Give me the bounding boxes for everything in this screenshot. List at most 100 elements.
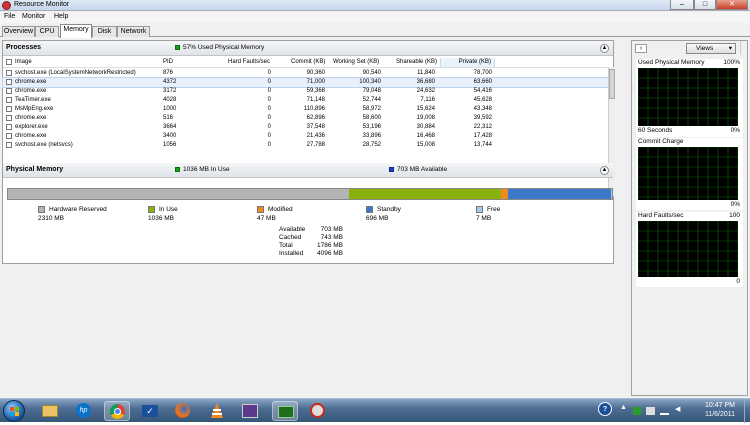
col-commit[interactable]: Commit (KB): [291, 59, 325, 65]
in-use-text: 1036 MB In Use: [183, 166, 230, 173]
cell-commit: 110,896: [303, 106, 325, 112]
cell-private: 22,312: [473, 124, 492, 130]
taskbar: hp ✓ ? ▲ ◀ 10:47 PM 11/6/2011: [0, 398, 750, 423]
col-image[interactable]: Image: [15, 59, 32, 65]
col-shareable[interactable]: Shareable (KB): [396, 59, 437, 65]
process-checkbox[interactable]: [6, 88, 12, 94]
process-row[interactable]: TeaTimer.exe 4028 0 71,148 52,744 7,116 45,628: [3, 96, 608, 105]
clock-date[interactable]: 11/6/2011: [700, 411, 740, 418]
tab-overview[interactable]: Overview: [2, 26, 35, 37]
clock-time[interactable]: 10:47 PM: [700, 402, 740, 409]
cell-pid: 516: [163, 115, 174, 121]
windows-explorer-icon[interactable]: [37, 401, 63, 421]
close-button[interactable]: ✕: [716, 0, 748, 10]
select-all-checkbox[interactable]: [6, 59, 12, 65]
process-checkbox[interactable]: [6, 79, 12, 85]
process-checkbox[interactable]: [6, 142, 12, 148]
cell-image: svchost.exe (netsvcs): [15, 142, 73, 148]
resource-monitor-taskbar-icon[interactable]: [272, 401, 298, 421]
physical-memory-header[interactable]: Physical Memory 1036 MB In Use 703 MB Av…: [3, 163, 613, 178]
process-row[interactable]: chrome.exe 3172 0 59,368 79,048 24,632 54,416: [3, 87, 608, 96]
tray-app-icon[interactable]: [633, 407, 641, 415]
col-hard-faults[interactable]: Hard Faults/sec: [228, 59, 270, 65]
graph-scrollbar[interactable]: [740, 41, 748, 55]
available-status: 703 MB Available: [389, 166, 447, 173]
col-pid[interactable]: PID: [163, 59, 173, 65]
collapse-icon[interactable]: ▲: [600, 166, 609, 175]
process-row[interactable]: MsMpEng.exe 1000 0 110,896 58,972 15,624 43,34…: [3, 105, 608, 114]
cell-shareable: 24,632: [416, 88, 435, 94]
tab-memory[interactable]: Memory: [60, 24, 92, 38]
minimize-button[interactable]: –: [670, 0, 694, 10]
expand-panel-icon[interactable]: ›: [635, 44, 647, 53]
summary-value: 743 MB: [320, 234, 343, 241]
cell-private: 63,660: [473, 79, 492, 85]
summary-label: Installed: [279, 250, 304, 257]
cell-shareable: 19,008: [416, 115, 435, 121]
cell-image: chrome.exe: [15, 115, 47, 121]
chrome-icon[interactable]: [104, 401, 130, 421]
menu-help[interactable]: Help: [54, 13, 68, 20]
process-row[interactable]: explorer.exe 3664 0 37,548 53,196 30,884 22,31…: [3, 123, 608, 132]
vlc-icon[interactable]: [204, 401, 230, 421]
scrollbar-thumb[interactable]: [609, 69, 615, 99]
cell-pid: 876: [163, 70, 174, 76]
legend-label: Standby: [377, 206, 401, 214]
process-row[interactable]: chrome.exe 4372 0 71,000 100,340 36,680 63,660: [2, 77, 609, 88]
media-app-icon[interactable]: [237, 401, 263, 421]
green-indicator-icon: [175, 44, 180, 50]
process-row[interactable]: svchost.exe (netsvcs) 1056 0 27,788 28,752 15…: [3, 141, 608, 150]
menu-file[interactable]: File: [4, 13, 15, 20]
cell-working-set: 58,600: [362, 115, 381, 121]
show-hidden-icons-icon[interactable]: ▲: [620, 404, 627, 411]
tab-cpu[interactable]: CPU: [35, 26, 59, 37]
collapse-icon[interactable]: ▲: [600, 44, 609, 53]
cell-commit: 21,436: [306, 133, 325, 139]
cell-working-set: 58,972: [362, 106, 381, 112]
cell-working-set: 90,540: [362, 70, 381, 76]
memory-bar-segment-modified: [501, 189, 509, 199]
process-row[interactable]: chrome.exe 516 0 62,896 58,600 19,008 39,592: [3, 114, 608, 123]
used-physical-memory-graph: Used Physical Memory 100% 60 Seconds 0%: [636, 59, 743, 137]
process-checkbox[interactable]: [6, 124, 12, 130]
legend-swatch: [366, 206, 373, 213]
help-icon[interactable]: ?: [598, 402, 612, 416]
memory-graph-svg: [637, 67, 739, 126]
col-working-set[interactable]: Working Set (KB): [333, 59, 379, 65]
col-private[interactable]: Private (KB): [440, 58, 495, 67]
process-checkbox[interactable]: [6, 97, 12, 103]
views-dropdown[interactable]: Views ▾: [686, 43, 736, 54]
cell-image: chrome.exe: [15, 88, 47, 94]
menu-monitor[interactable]: Monitor: [22, 13, 45, 20]
process-checkbox[interactable]: [6, 115, 12, 121]
maximize-button[interactable]: □: [694, 0, 716, 10]
tab-network[interactable]: Network: [117, 26, 150, 37]
cell-private: 43,348: [473, 106, 492, 112]
process-row[interactable]: svchost.exe (LocalSystemNetworkRestricte…: [3, 69, 608, 78]
show-desktop-button[interactable]: [744, 399, 750, 423]
hp-icon[interactable]: hp: [70, 401, 96, 421]
action-center-icon[interactable]: [646, 407, 655, 415]
cell-working-set: 33,896: [362, 133, 381, 139]
views-label: Views: [696, 45, 714, 52]
firefox-icon[interactable]: [170, 401, 196, 421]
tab-disk[interactable]: Disk: [92, 26, 117, 37]
cell-pid: 3400: [163, 133, 177, 139]
cell-private: 17,428: [473, 133, 492, 139]
memory-usage-bar: [7, 188, 613, 200]
commit-graph-svg: [637, 146, 739, 200]
summary-label: Cached: [279, 234, 302, 241]
commit-charge-graph: Commit Charge 0%: [636, 138, 743, 210]
process-row[interactable]: chrome.exe 3400 0 21,436 33,896 16,468 17,428: [3, 132, 608, 141]
start-orb-icon[interactable]: [3, 400, 25, 422]
network-icon[interactable]: [660, 407, 669, 415]
volume-icon[interactable]: ◀: [675, 405, 680, 413]
processes-header[interactable]: Processes 57% Used Physical Memory ▲: [3, 41, 613, 56]
title-bar: Resource Monitor – □ ✕: [0, 0, 750, 11]
process-checkbox[interactable]: [6, 70, 12, 76]
ccleaner-icon[interactable]: [305, 401, 331, 421]
cell-private: 54,416: [473, 88, 492, 94]
process-checkbox[interactable]: [6, 106, 12, 112]
task-checkmark-icon[interactable]: ✓: [137, 401, 163, 421]
process-checkbox[interactable]: [6, 133, 12, 139]
